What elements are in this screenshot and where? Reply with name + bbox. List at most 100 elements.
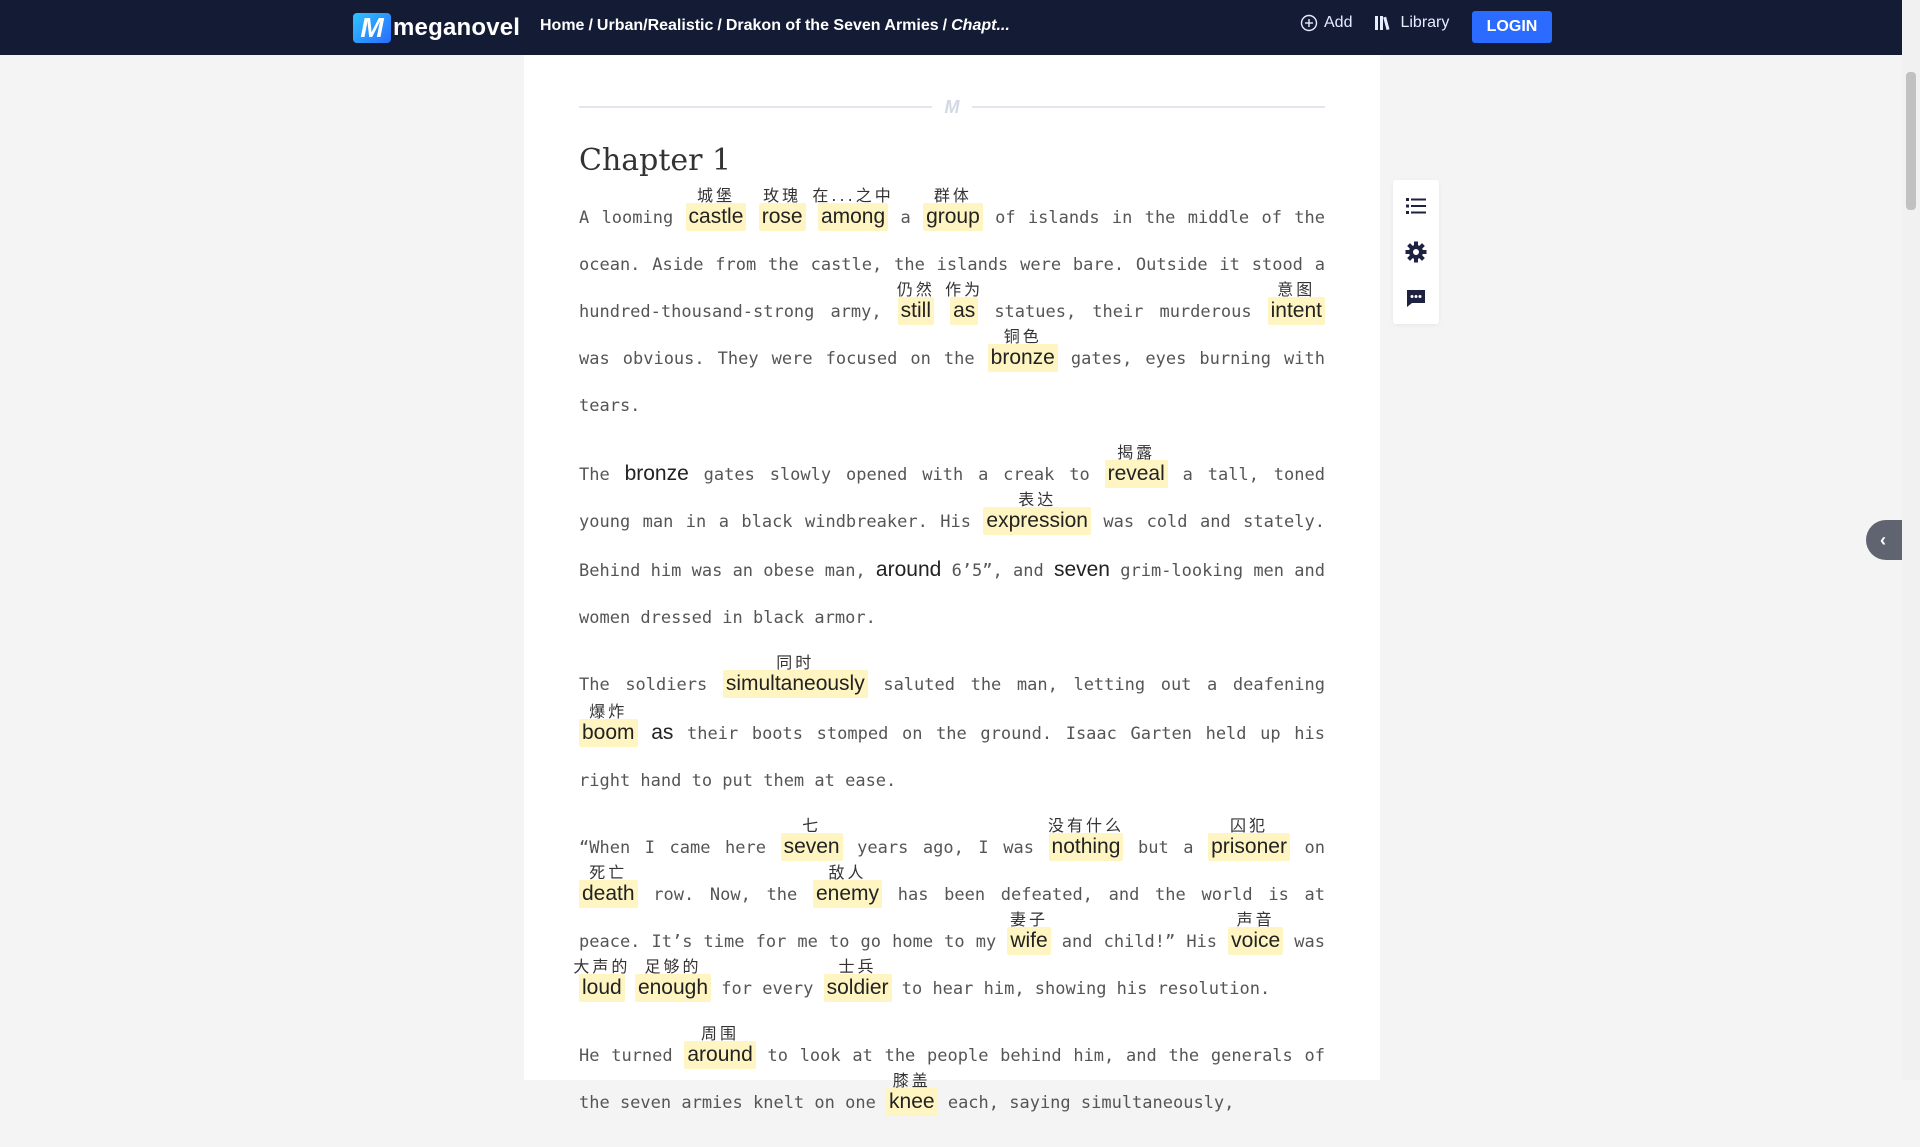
- emphasized-word[interactable]: around: [876, 558, 941, 581]
- gear-icon: [1405, 241, 1427, 263]
- vocab-word[interactable]: 表达 expression: [983, 491, 1091, 536]
- translation-gloss: 囚犯: [1230, 816, 1269, 835]
- breadcrumb: Home / Urban/Realistic / Drakon of the S…: [540, 17, 1010, 35]
- text-segment: years ago, I was: [842, 838, 1049, 858]
- text-segment: on: [1289, 838, 1325, 858]
- text-segment: their boots stomped on the ground. Isaac…: [579, 724, 1325, 791]
- vocab-word[interactable]: 膝盖 knee: [886, 1072, 938, 1117]
- breadcrumb-book[interactable]: Drakon of the Seven Armies: [726, 17, 939, 35]
- comment-icon: [1407, 290, 1425, 307]
- add-label: Add: [1324, 14, 1353, 31]
- highlighted-word[interactable]: enough: [634, 974, 712, 1002]
- highlighted-word[interactable]: boom: [579, 719, 638, 747]
- highlighted-word[interactable]: enemy: [813, 880, 883, 908]
- add-button[interactable]: Add: [1300, 14, 1352, 32]
- library-button[interactable]: Library: [1374, 14, 1449, 32]
- vocab-word[interactable]: 作为 as: [945, 281, 980, 326]
- highlighted-word[interactable]: castle: [685, 203, 747, 231]
- vocab-word[interactable]: 仍然 still: [897, 281, 935, 326]
- vocab-word[interactable]: 士兵 soldier: [823, 958, 892, 1003]
- meganovel-logo[interactable]: M meganovel: [353, 11, 520, 45]
- highlighted-word[interactable]: bronze: [987, 344, 1058, 372]
- chevron-left-icon: ‹: [1880, 530, 1886, 550]
- highlighted-word[interactable]: as: [950, 297, 979, 325]
- page-scrollbar[interactable]: [1902, 0, 1920, 1080]
- highlighted-word[interactable]: nothing: [1048, 833, 1124, 861]
- breadcrumb-category[interactable]: Urban/Realistic: [597, 17, 713, 35]
- chapter-content: A looming 城堡 castle 玫瑰 rose 在...之中 among a …: [573, 187, 1325, 1147]
- highlighted-word[interactable]: prisoner: [1208, 833, 1290, 861]
- translation-gloss: 死亡: [589, 863, 628, 882]
- vocab-word[interactable]: 爆炸 boom: [579, 703, 638, 748]
- text-segment: [746, 208, 758, 228]
- highlighted-word[interactable]: seven: [780, 833, 843, 861]
- vocab-word[interactable]: 在...之中 among: [812, 187, 891, 232]
- emphasized-word[interactable]: as: [651, 721, 673, 744]
- translation-gloss: 仍然: [896, 280, 935, 299]
- highlighted-word[interactable]: death: [579, 880, 638, 908]
- vocab-word[interactable]: 同时 simultaneously: [722, 654, 868, 699]
- logo-mark-icon: M: [353, 13, 391, 43]
- highlighted-word[interactable]: reveal: [1104, 460, 1168, 488]
- breadcrumb-home[interactable]: Home: [540, 17, 584, 35]
- highlighted-word[interactable]: among: [817, 203, 889, 231]
- scrollbar-thumb[interactable]: [1906, 72, 1916, 210]
- library-icon: [1375, 16, 1390, 31]
- highlighted-word[interactable]: knee: [886, 1088, 938, 1116]
- vocab-word[interactable]: 铜色 bronze: [987, 328, 1058, 373]
- highlighted-word[interactable]: intent: [1267, 297, 1325, 325]
- vocab-word[interactable]: 玫瑰 rose: [758, 187, 806, 232]
- login-button[interactable]: LOGIN: [1472, 11, 1552, 43]
- vocab-word[interactable]: 七 seven: [780, 817, 843, 862]
- highlighted-word[interactable]: still: [897, 297, 935, 325]
- highlighted-word[interactable]: voice: [1228, 927, 1284, 955]
- chapter-paragraph: “When I came here 七 seven years ago, I wa…: [573, 817, 1325, 1013]
- emphasized-word[interactable]: seven: [1054, 558, 1110, 581]
- side-panel-toggle[interactable]: ‹: [1866, 520, 1906, 560]
- highlighted-word[interactable]: around: [684, 1041, 756, 1069]
- translation-gloss: 在...之中: [812, 186, 894, 205]
- library-label: Library: [1400, 14, 1450, 31]
- translation-gloss: 声音: [1236, 910, 1275, 929]
- highlighted-word[interactable]: rose: [758, 203, 806, 231]
- settings-button[interactable]: [1404, 240, 1428, 264]
- divider-mark: M: [944, 97, 960, 117]
- nav-actions: Add Library: [1300, 14, 1471, 32]
- text-segment: A looming: [579, 208, 686, 228]
- top-nav-bar: M meganovel Home / Urban/Realistic / Dra…: [0, 0, 1902, 55]
- breadcrumb-current[interactable]: Chapt...: [951, 17, 1010, 35]
- translation-gloss: 周围: [701, 1024, 740, 1043]
- text-segment: a: [888, 208, 924, 228]
- vocab-word[interactable]: 敌人 enemy: [813, 864, 883, 909]
- vocab-word[interactable]: 周围 around: [684, 1025, 756, 1070]
- translation-gloss: 玫瑰: [763, 186, 802, 205]
- comments-button[interactable]: [1404, 286, 1428, 310]
- chapter-paragraph: The bronze gates slowly opened with a cr…: [579, 444, 1325, 642]
- highlighted-word[interactable]: group: [923, 203, 983, 231]
- vocab-word[interactable]: 囚犯 prisoner: [1208, 817, 1290, 862]
- highlighted-word[interactable]: loud: [579, 974, 625, 1002]
- vocab-word[interactable]: 死亡 death: [579, 864, 638, 909]
- translation-gloss: 妻子: [1009, 910, 1048, 929]
- translation-gloss: 城堡: [696, 186, 735, 205]
- text-segment: row. Now, the: [637, 885, 813, 905]
- vocab-word[interactable]: 妻子 wife: [1007, 911, 1051, 956]
- vocab-word[interactable]: 没有什么 nothing: [1048, 817, 1124, 862]
- vocab-word[interactable]: 声音 voice: [1228, 911, 1284, 956]
- vocab-word[interactable]: 群体 group: [923, 187, 983, 232]
- emphasized-word[interactable]: bronze: [625, 462, 689, 485]
- highlighted-word[interactable]: expression: [983, 507, 1091, 535]
- text-segment: was: [1283, 932, 1325, 952]
- highlighted-word[interactable]: wife: [1007, 927, 1051, 955]
- highlighted-word[interactable]: soldier: [823, 974, 892, 1002]
- highlighted-word[interactable]: simultaneously: [722, 670, 868, 698]
- vocab-word[interactable]: 城堡 castle: [685, 187, 747, 232]
- chapter-divider: M: [579, 97, 1325, 117]
- vocab-word[interactable]: 大声的 loud: [573, 958, 627, 1003]
- chapter-paragraph: The soldiers 同时 simultaneously saluted th…: [579, 654, 1325, 805]
- vocab-word[interactable]: 足够的 enough: [634, 958, 712, 1003]
- table-of-contents-button[interactable]: [1404, 194, 1428, 218]
- breadcrumb-separator: /: [588, 17, 593, 34]
- vocab-word[interactable]: 揭露 reveal: [1104, 444, 1168, 489]
- vocab-word[interactable]: 意图 intent: [1267, 281, 1325, 326]
